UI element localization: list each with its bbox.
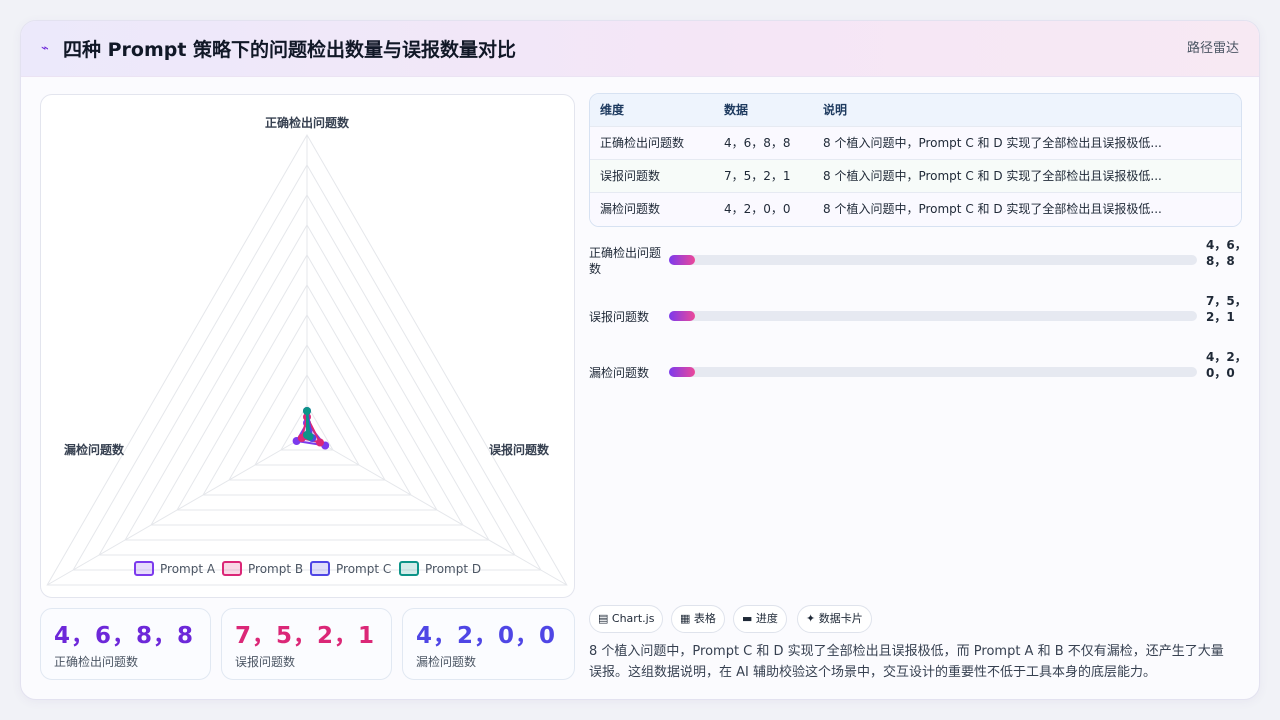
- table-cell: 8 个植入问题中，Prompt C 和 D 实现了全部检出且误报极低...: [823, 136, 1162, 150]
- progress-fill: [669, 255, 696, 265]
- tag-progress[interactable]: ▬ 进度: [733, 605, 787, 633]
- tag-label: 表格: [693, 612, 716, 625]
- table-header-cell: 说明: [823, 103, 848, 117]
- stat-value: 7，5，2，1: [235, 623, 376, 649]
- header-bar: ⌁ 四种 Prompt 策略下的问题检出数量与误报数量对比 路径雷达: [21, 21, 1259, 77]
- legend-swatch: [222, 561, 242, 576]
- tag-label: 进度: [755, 612, 778, 625]
- tag-label: Chart.js: [611, 612, 655, 625]
- data-table: 维度 数据 说明 正确检出问题数 4，6，8，8 8 个植入问题中，Prompt…: [589, 93, 1242, 227]
- legend-swatch: [310, 561, 330, 576]
- legend-swatch: [399, 561, 419, 576]
- stat-card-missed: 4，2，0，0 漏检问题数: [402, 608, 575, 680]
- progress-list: 正确检出问题数 4，6，8，8 误报问题数 7，5，2，1 漏检问题数 4，2，…: [589, 238, 1249, 423]
- table-cell: 误报问题数: [600, 169, 661, 183]
- table-icon: ▦: [680, 612, 691, 625]
- table-cell: 4，6，8，8: [724, 136, 791, 150]
- stat-label: 误报问题数: [235, 655, 296, 669]
- progress-value: 7，5，2，1: [1206, 294, 1247, 324]
- legend-label: Prompt B: [248, 562, 303, 576]
- progress-item: 漏检问题数 4，2，0，0: [589, 350, 1249, 411]
- tag-chartjs[interactable]: ▤ Chart.js: [589, 605, 664, 633]
- stat-value: 4，2，0，0: [416, 623, 557, 649]
- radar-chart-panel: 正确检出问题数误报问题数 漏检问题数 Prompt A Prompt B Prompt …: [40, 94, 575, 598]
- progress-track: [669, 367, 1197, 377]
- radar-axis-label: 误报问题数: [489, 442, 550, 457]
- radar-data-point: [303, 407, 311, 415]
- tag-table[interactable]: ▦ 表格: [671, 605, 725, 633]
- table-cell: 漏检问题数: [600, 202, 661, 216]
- chart-icon: ▤: [598, 612, 609, 625]
- progress-track: [669, 255, 1197, 265]
- radar-chart: 正确检出问题数误报问题数 漏检问题数 Prompt A Prompt B Prompt …: [46, 115, 568, 586]
- stat-card-correct: 4，6，8，8 正确检出问题数: [40, 608, 211, 680]
- radar-data-point: [315, 438, 324, 447]
- table-cell: 8 个植入问题中，Prompt C 和 D 实现了全部检出且误报极低...: [823, 169, 1162, 183]
- radar-axis-label: 漏检问题数: [64, 442, 125, 457]
- radar-axis-label: 正确检出问题数: [265, 115, 350, 130]
- progress-label: 误报问题数: [589, 310, 650, 324]
- progress-value: 4，6，8，8: [1206, 238, 1247, 268]
- stat-value: 4，6，8，8: [54, 623, 195, 649]
- legend-label: Prompt A: [160, 562, 216, 576]
- stat-label: 正确检出问题数: [54, 655, 139, 669]
- stat-label: 漏检问题数: [416, 655, 477, 669]
- main-card: ⌁ 四种 Prompt 策略下的问题检出数量与误报数量对比 路径雷达 正确检出问…: [20, 20, 1260, 700]
- progress-label: 正确检出问题数: [589, 246, 662, 276]
- table-cell: 7，5，2，1: [724, 169, 791, 183]
- progress-icon: ▬: [742, 612, 753, 625]
- table-cell: 4，2，0，0: [724, 202, 791, 216]
- table-row: 正确检出问题数 4，6，8，8 8 个植入问题中，Prompt C 和 D 实现…: [590, 127, 1241, 160]
- progress-fill: [669, 311, 696, 321]
- tag-data-card[interactable]: ✦ 数据卡片: [797, 605, 872, 633]
- progress-track: [669, 311, 1197, 321]
- stat-card-false-positive: 7，5，2，1 误报问题数: [221, 608, 392, 680]
- sparkle-icon: ✦: [806, 612, 816, 625]
- legend-label: Prompt C: [336, 562, 391, 576]
- progress-label: 漏检问题数: [589, 366, 650, 380]
- chart-type-label: 路径雷达: [1186, 41, 1239, 56]
- legend-label: Prompt D: [425, 562, 481, 576]
- table-cell: 正确检出问题数: [600, 136, 685, 150]
- page-title: 四种 Prompt 策略下的问题检出数量与误报数量对比: [63, 39, 517, 61]
- table-header-cell: 维度: [600, 103, 625, 117]
- table-header-row: 维度 数据 说明: [590, 94, 1241, 127]
- progress-value: 4，2，0，0: [1206, 350, 1247, 380]
- progress-fill: [669, 367, 696, 377]
- tag-label: 数据卡片: [818, 612, 863, 625]
- summary-text: 8 个植入问题中，Prompt C 和 D 实现了全部检出且误报极低，而 Pro…: [589, 644, 1224, 680]
- table-header-cell: 数据: [724, 103, 749, 117]
- progress-item: 误报问题数 7，5，2，1: [589, 294, 1249, 355]
- legend-swatch: [134, 561, 154, 576]
- radar-data-point: [303, 431, 311, 439]
- table-row: 误报问题数 7，5，2，1 8 个植入问题中，Prompt C 和 D 实现了全…: [590, 160, 1241, 193]
- progress-item: 正确检出问题数 4，6，8，8: [589, 238, 1249, 299]
- pulse-icon: ⌁: [41, 41, 49, 56]
- table-row: 漏检问题数 4，2，0，0 8 个植入问题中，Prompt C 和 D 实现了全…: [590, 193, 1241, 226]
- table-cell: 8 个植入问题中，Prompt C 和 D 实现了全部检出且误报极低...: [823, 202, 1162, 216]
